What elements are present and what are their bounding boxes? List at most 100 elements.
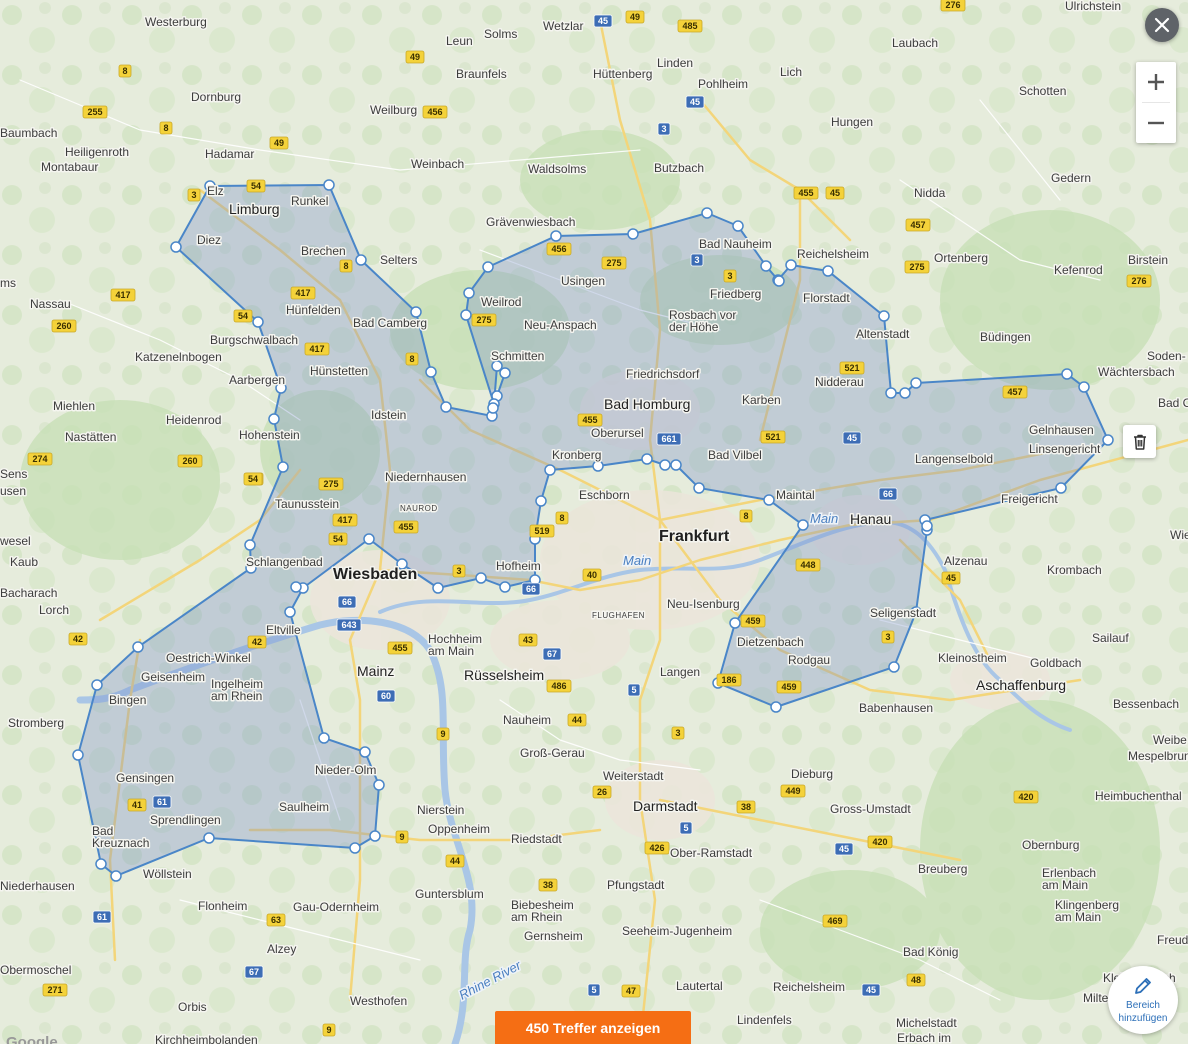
city-label: Niedernhausen (385, 470, 466, 484)
city-label: Büdingen (980, 330, 1031, 344)
polygon-vertex-handle[interactable] (729, 617, 741, 629)
polygon-vertex-handle[interactable] (323, 179, 335, 191)
road-shield: 9 (436, 727, 450, 741)
polygon-vertex-handle[interactable] (355, 254, 367, 266)
city-label: Lautertal (676, 979, 723, 993)
city-label: Brechen (301, 244, 346, 258)
polygon-vertex-handle[interactable] (773, 275, 785, 287)
polygon-vertex-handle[interactable] (910, 377, 922, 389)
polygon-vertex-handle[interactable] (72, 749, 84, 761)
city-label: Alzey (267, 942, 296, 956)
polygon-vertex-handle[interactable] (760, 260, 772, 272)
polygon-vertex-handle[interactable] (693, 482, 705, 494)
close-button[interactable] (1145, 8, 1179, 42)
polygon-vertex-handle[interactable] (95, 858, 107, 870)
show-results-button[interactable]: 450 Treffer anzeigen (495, 1011, 691, 1044)
polygon-vertex-handle[interactable] (785, 259, 797, 271)
polygon-vertex-handle[interactable] (268, 413, 280, 425)
polygon-vertex-handle[interactable] (670, 459, 682, 471)
polygon-vertex-handle[interactable] (822, 265, 834, 277)
polygon-vertex-handle[interactable] (878, 310, 890, 322)
polygon-vertex-handle[interactable] (290, 581, 302, 593)
polygon-vertex-handle[interactable] (463, 287, 475, 299)
road-number: 276 (945, 0, 960, 10)
polygon-vertex-handle[interactable] (499, 581, 511, 593)
polygon-vertex-handle[interactable] (460, 309, 472, 321)
minus-icon (1148, 121, 1164, 125)
map-canvas[interactable]: Main Main Rhine River FLUGHAFEN NAUROD 4… (0, 0, 1188, 1044)
map-layer[interactable]: Main Main Rhine River FLUGHAFEN NAUROD 4… (0, 0, 1188, 1044)
road-number: 3 (661, 124, 666, 134)
polygon-vertex-handle[interactable] (535, 495, 547, 507)
autobahn-shield: 5 (587, 983, 601, 997)
polygon-vertex-handle[interactable] (487, 402, 499, 414)
polygon-vertex-handle[interactable] (369, 830, 381, 842)
polygon-vertex-handle[interactable] (659, 459, 671, 471)
city-label: Ulrichstein (1065, 0, 1121, 13)
polygon-vertex-handle[interactable] (359, 746, 371, 758)
polygon-vertex-handle[interactable] (373, 779, 385, 791)
road-shield: 455 (387, 641, 413, 655)
polygon-vertex-handle[interactable] (770, 701, 782, 713)
polygon-vertex-handle[interactable] (701, 207, 713, 219)
city-label: am Main (1042, 878, 1088, 892)
polygon-vertex-handle[interactable] (550, 230, 562, 242)
polygon-vertex-handle[interactable] (592, 460, 604, 472)
polygon-vertex-handle[interactable] (888, 661, 900, 673)
road-shield: 276 (1126, 274, 1152, 288)
polygon-vertex-handle[interactable] (277, 461, 289, 473)
road-shield: 417 (304, 342, 330, 356)
polygon-vertex-handle[interactable] (132, 641, 144, 653)
city-label: Eschborn (579, 488, 630, 502)
city-label: Rodgau (788, 653, 830, 667)
city-label: Riedstadt (511, 832, 562, 846)
zoom-out-button[interactable] (1136, 103, 1176, 143)
polygon-vertex-handle[interactable] (1102, 434, 1114, 446)
polygon-vertex-handle[interactable] (284, 606, 296, 618)
polygon-vertex-handle[interactable] (203, 832, 215, 844)
road-shield: 45 (825, 186, 845, 200)
polygon-vertex-handle[interactable] (170, 241, 182, 253)
city-label: Gross-Umstadt (830, 802, 911, 816)
polygon-vertex-handle[interactable] (921, 520, 933, 532)
polygon-vertex-handle[interactable] (763, 494, 775, 506)
polygon-vertex-handle[interactable] (110, 870, 122, 882)
city-label: Milte (1083, 991, 1109, 1005)
polygon-vertex-handle[interactable] (1078, 381, 1090, 393)
road-shield: 420 (867, 835, 893, 849)
city-label: Hohenstein (239, 428, 300, 442)
polygon-vertex-handle[interactable] (627, 228, 639, 240)
polygon-vertex-handle[interactable] (732, 220, 744, 232)
city-label: Niederhausen (0, 879, 75, 893)
polygon-vertex-handle[interactable] (797, 519, 809, 531)
polygon-vertex-handle[interactable] (899, 387, 911, 399)
polygon-vertex-handle[interactable] (432, 582, 444, 594)
road-number: 459 (781, 682, 796, 692)
delete-area-button[interactable] (1123, 425, 1156, 458)
road-number: 521 (844, 363, 859, 373)
polygon-vertex-handle[interactable] (641, 453, 653, 465)
city-label: Altenstadt (856, 327, 910, 341)
polygon-vertex-handle[interactable] (91, 679, 103, 691)
polygon-vertex-handle[interactable] (885, 387, 897, 399)
polygon-vertex-handle[interactable] (349, 842, 361, 854)
polygon-vertex-handle[interactable] (440, 401, 452, 413)
add-area-label: Bereich hinzufügen (1113, 999, 1173, 1025)
polygon-vertex-handle[interactable] (475, 572, 487, 584)
road-shield: 8 (339, 259, 353, 273)
polygon-vertex-handle[interactable] (1061, 368, 1073, 380)
city-label: Burgschwalbach (210, 333, 298, 347)
polygon-vertex-handle[interactable] (318, 732, 330, 744)
zoom-in-button[interactable] (1136, 62, 1176, 102)
add-area-button[interactable]: Bereich hinzufügen (1108, 966, 1178, 1034)
road-number: 45 (598, 16, 608, 26)
polygon-vertex-handle[interactable] (425, 366, 437, 378)
city-label: Michelstadt (896, 1016, 957, 1030)
polygon-vertex-handle[interactable] (482, 261, 494, 273)
polygon-vertex-handle[interactable] (363, 533, 375, 545)
polygon-vertex-handle[interactable] (544, 464, 556, 476)
polygon-vertex-handle[interactable] (244, 539, 256, 551)
polygon-vertex-handle[interactable] (252, 316, 264, 328)
city-label: Schotten (1019, 84, 1066, 98)
city-label: Hofheim (496, 559, 541, 573)
